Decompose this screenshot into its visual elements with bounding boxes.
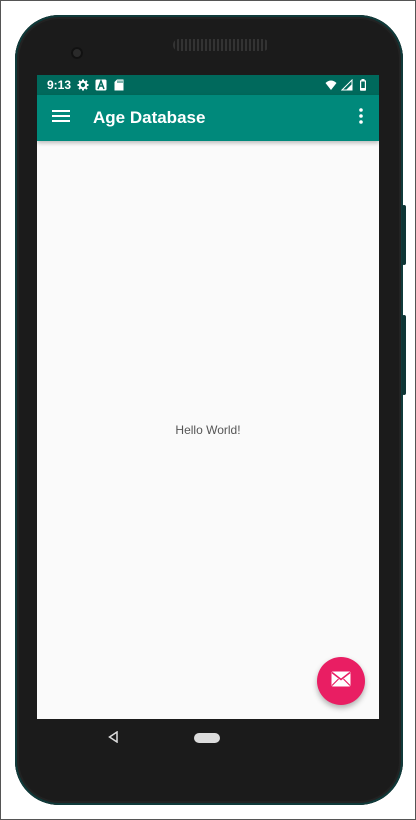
back-icon <box>108 730 118 748</box>
status-time: 9:13 <box>47 78 72 92</box>
cell-signal-icon <box>341 79 353 91</box>
app-screen: 9:13 Age Database Hello World! <box>37 75 379 719</box>
home-pill-button[interactable] <box>194 733 220 743</box>
hamburger-menu-icon <box>52 109 70 128</box>
volume-button <box>402 315 406 395</box>
back-button[interactable] <box>107 730 119 748</box>
system-navigation-bar <box>37 719 379 759</box>
battery-icon <box>357 79 369 91</box>
hello-world-text: Hello World! <box>175 423 241 437</box>
overflow-menu-button[interactable] <box>343 95 379 141</box>
more-vert-icon <box>359 107 363 129</box>
android-a-icon <box>95 79 107 91</box>
navigation-menu-button[interactable] <box>37 95 85 141</box>
email-fab-button[interactable] <box>317 657 365 705</box>
sd-card-icon <box>113 79 125 91</box>
earpiece-speaker <box>173 39 269 51</box>
app-title: Age Database <box>93 108 206 127</box>
app-bar: Age Database <box>37 95 379 141</box>
email-icon <box>331 671 351 692</box>
gear-icon <box>77 79 89 91</box>
status-bar: 9:13 <box>37 75 379 95</box>
power-button <box>402 205 406 265</box>
front-camera <box>71 47 83 59</box>
wifi-icon <box>325 79 337 91</box>
screenshot-frame: 9:13 Age Database Hello World! <box>0 0 416 820</box>
